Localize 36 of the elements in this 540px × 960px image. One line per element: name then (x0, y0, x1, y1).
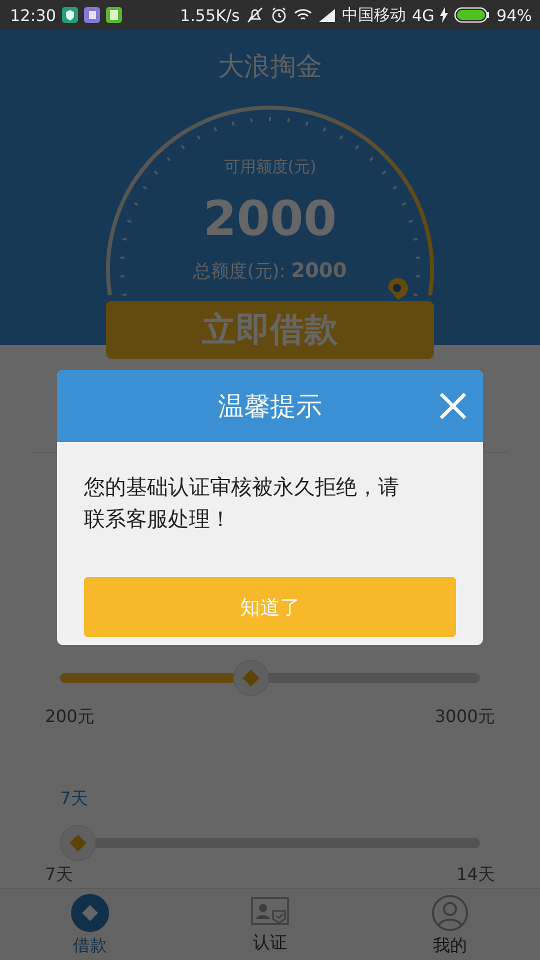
borrow-now-button[interactable]: 立即借款 (106, 301, 434, 359)
slider-max-label: 14天 (456, 865, 495, 885)
dialog-title: 温馨提示 (218, 390, 322, 424)
network-type: 4G (412, 6, 434, 24)
app-title: 大浪掏金 (218, 51, 322, 83)
shield-app-icon (62, 7, 78, 23)
close-icon[interactable] (439, 392, 467, 420)
slider-max-label: 3000元 (434, 707, 495, 727)
available-credit-amount: 2000 (203, 193, 337, 245)
dialog-message: 您的基础认证审核被永久拒绝，请联系客服处理！ (84, 474, 400, 533)
nav-tab[interactable]: 认证 (180, 889, 360, 960)
nav-tab[interactable]: 我的 (360, 889, 540, 960)
acknowledge-button[interactable]: 知道了 (84, 577, 456, 637)
nav-tab[interactable]: 借款 (0, 889, 180, 960)
clock-time: 12:30 (10, 6, 56, 24)
user-icon (431, 894, 469, 932)
slider-handle[interactable] (60, 825, 96, 861)
loan-term-value: 7天 (60, 788, 89, 810)
battery-icon (454, 7, 490, 23)
slider-handle[interactable] (232, 660, 269, 696)
app-icon (84, 7, 100, 23)
signal-icon (318, 8, 336, 22)
coin-icon (71, 894, 109, 932)
carrier-name: 中国移动 (342, 4, 406, 26)
charging-icon (440, 7, 448, 23)
network-speed: 1.55K/s (180, 6, 240, 24)
alarm-off-icon (246, 6, 264, 24)
gauge-marker-icon (388, 278, 408, 300)
battery-percent: 94% (496, 6, 532, 24)
document-app-icon (106, 7, 122, 23)
alarm-clock-icon (270, 6, 288, 24)
available-credit-label: 可用额度(元) (224, 157, 316, 177)
wifi-icon (294, 8, 312, 22)
total-credit-text: 总额度(元): 2000 (193, 259, 347, 283)
slider-min-label: 200元 (45, 707, 94, 727)
slider-min-label: 7天 (45, 865, 73, 885)
